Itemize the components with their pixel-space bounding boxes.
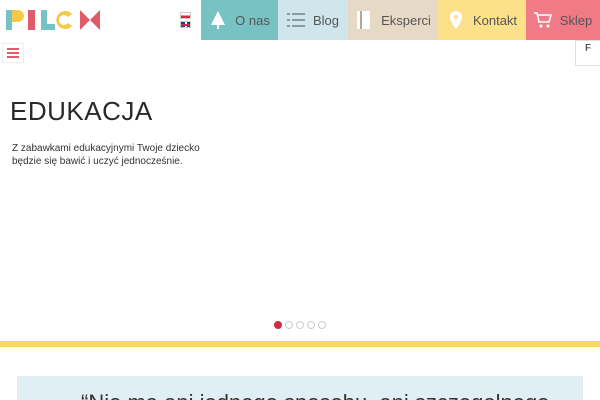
quote-text: “Nie ma ani jednego sposobu, ani szczego… — [81, 390, 549, 400]
nav-item-o-nas[interactable]: O nas — [201, 0, 278, 40]
site-header: O nas Blog Eksperci Kontakt Sklep — [0, 0, 600, 40]
slider-dot-5[interactable] — [318, 321, 326, 329]
nav-item-label: Eksperci — [381, 12, 431, 28]
slider-dot-4[interactable] — [307, 321, 315, 329]
nav-item-blog[interactable]: Blog — [278, 0, 348, 40]
book-icon — [355, 11, 373, 29]
hamburger-menu-button[interactable] — [2, 43, 24, 63]
uk-flag-icon[interactable] — [180, 21, 191, 28]
location-pin-icon — [447, 11, 465, 29]
cart-icon — [533, 11, 552, 29]
slider-dot-3[interactable] — [296, 321, 304, 329]
nav-item-kontakt[interactable]: Kontakt — [438, 0, 526, 40]
language-switcher — [180, 12, 192, 28]
hamburger-line — [7, 56, 19, 58]
nav-item-sklep[interactable]: Sklep — [526, 0, 600, 40]
nav-item-label: Blog — [312, 12, 340, 28]
poland-flag-icon[interactable] — [180, 12, 191, 19]
slider-dot-2[interactable] — [285, 321, 293, 329]
list-icon — [286, 11, 305, 29]
nav-item-eksperci[interactable]: Eksperci — [348, 0, 438, 40]
side-tab[interactable]: F — [575, 40, 600, 66]
nav-item-label: O nas — [235, 12, 270, 28]
pilch-logo[interactable] — [6, 8, 104, 32]
slider-dot-1[interactable] — [274, 321, 282, 329]
nav-item-label: Kontakt — [472, 12, 518, 28]
hero-description: Z zabawkami edukacyjnymi Twoje dziecko b… — [12, 143, 200, 167]
hamburger-line — [7, 52, 19, 54]
hero-title: EDUKACJA — [10, 96, 153, 126]
slider-pagination — [274, 321, 326, 329]
section-divider — [0, 341, 600, 347]
nav-item-label: Sklep — [559, 12, 593, 28]
tree-icon — [209, 11, 227, 29]
quote-section: “Nie ma ani jednego sposobu, ani szczego… — [17, 376, 583, 400]
hamburger-line — [7, 48, 19, 50]
